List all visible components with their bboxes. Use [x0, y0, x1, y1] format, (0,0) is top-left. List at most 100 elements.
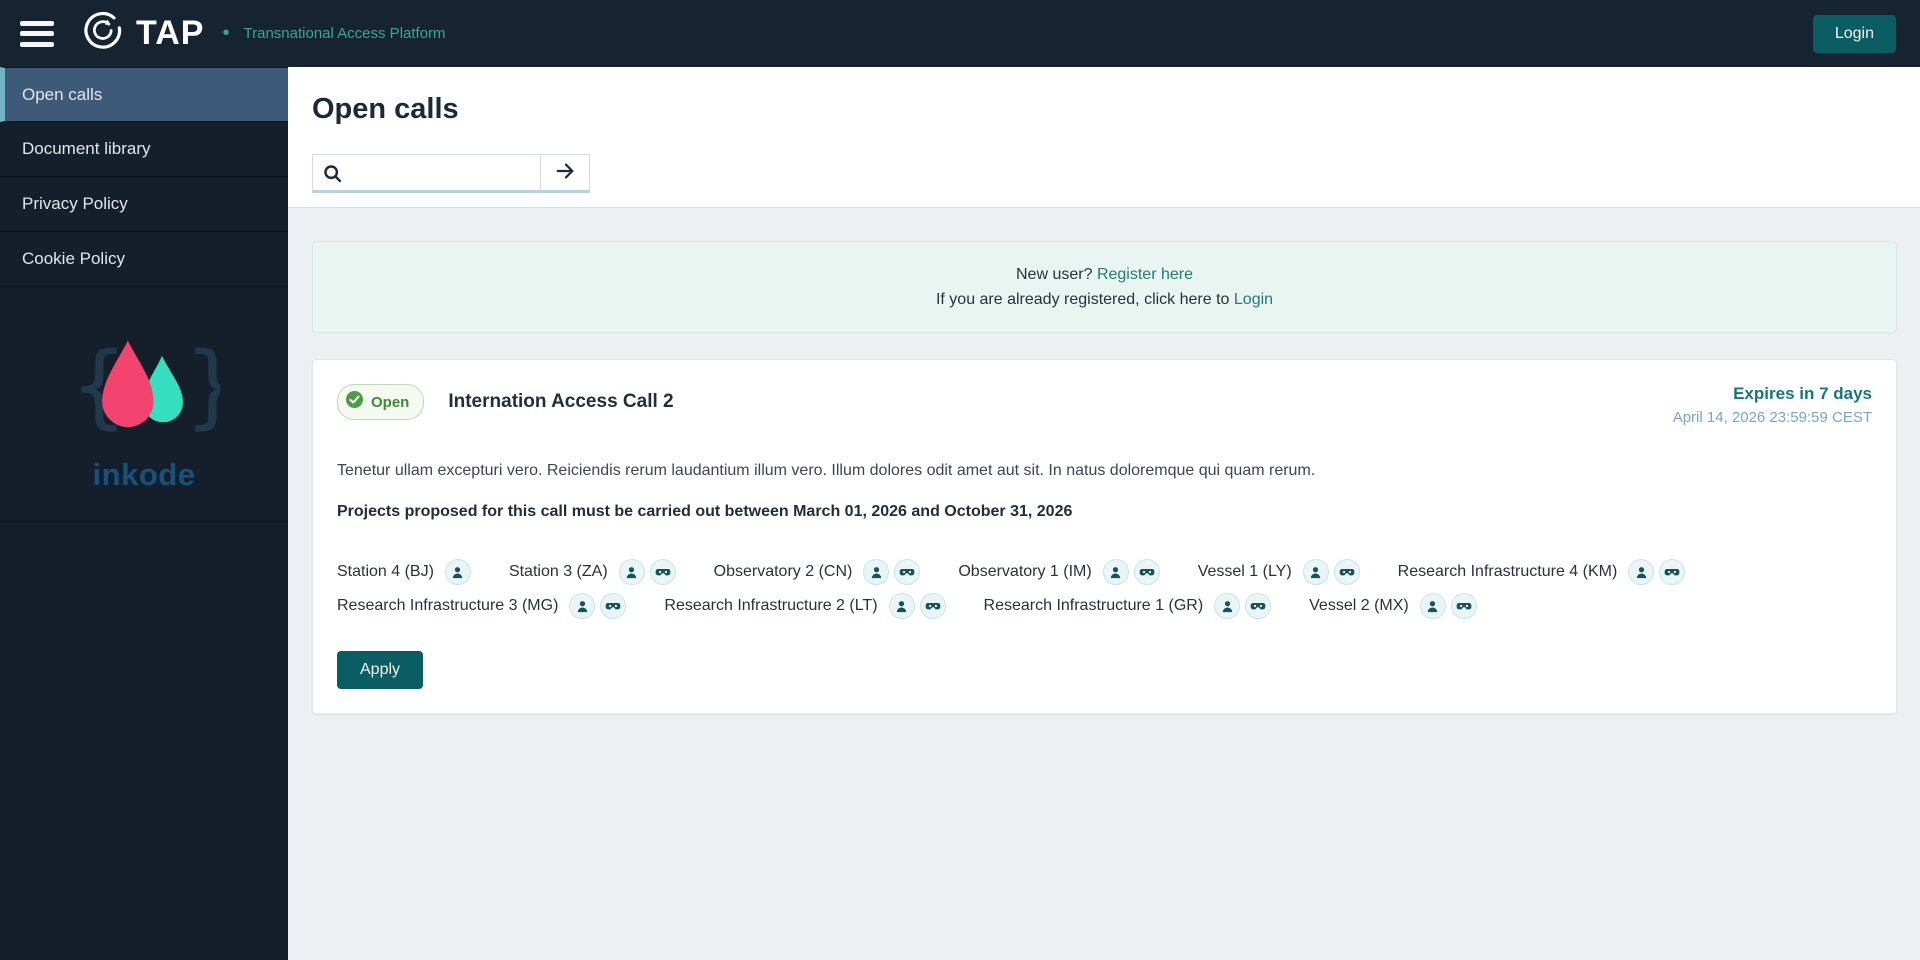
physical-access-chip — [1628, 559, 1655, 585]
sidebar-item-label: Open calls — [22, 84, 103, 104]
person-icon — [453, 566, 463, 578]
call-expiry: Expires in 7 days April 14, 2026 23:59:5… — [1673, 384, 1872, 426]
physical-access-chip — [618, 559, 645, 585]
remote-access-chip — [1450, 593, 1477, 619]
person-icon — [896, 600, 907, 612]
sidebar-item-label: Cookie Policy — [22, 249, 125, 268]
sidebar-item-privacy-policy[interactable]: Privacy Policy — [0, 177, 288, 232]
login-link[interactable]: Login — [1234, 291, 1273, 308]
svg-text:}: } — [184, 332, 220, 439]
remote-access-chip — [600, 593, 627, 619]
physical-access-chip — [1302, 559, 1329, 585]
hamburger-menu-icon[interactable] — [20, 20, 54, 47]
person-icon — [1636, 566, 1646, 578]
infrastructure-item: Vessel 2 (MX) — [1309, 593, 1477, 619]
inkode-drops-icon: { } — [70, 332, 220, 439]
infrastructure-item: Research Infrastructure 4 (KM) — [1398, 559, 1686, 585]
remote-access-chip — [1245, 593, 1272, 619]
arrow-right-icon — [554, 160, 576, 185]
person-icon — [1310, 566, 1321, 578]
infrastructure-item: Research Infrastructure 1 (GR) — [984, 593, 1272, 619]
sidebar-item-document-library[interactable]: Document library — [0, 122, 288, 177]
infrastructure-name: Observatory 1 (IM) — [958, 563, 1092, 580]
sidebar-item-label: Document library — [22, 139, 151, 158]
infrastructure-name: Station 3 (ZA) — [508, 563, 608, 580]
search-submit-button[interactable] — [540, 154, 590, 193]
apply-button[interactable]: Apply — [337, 651, 424, 689]
physical-access-chip — [1102, 559, 1129, 585]
tap-logo-icon — [82, 10, 124, 57]
banner-line1-text: New user? — [1016, 265, 1093, 283]
remote-access-chip — [894, 559, 921, 585]
infrastructure-name: Observatory 2 (CN) — [713, 563, 853, 580]
brand-logo[interactable]: TAP • Transnational Access Platform — [82, 10, 446, 57]
banner-line-2: If you are already registered, click her… — [936, 291, 1273, 309]
sidebar: Open calls Document library Privacy Policy… — [0, 67, 288, 960]
remote-access-chip — [1659, 559, 1686, 585]
physical-access-chip — [1214, 593, 1241, 619]
remote-access-chip — [649, 559, 676, 585]
search-group — [312, 154, 590, 193]
physical-access-chip — [569, 593, 596, 619]
search-icon — [322, 163, 343, 189]
call-card: Open Internation Access Call 2 Expires i… — [312, 359, 1897, 714]
brand-subtitle: Transnational Access Platform — [243, 25, 446, 42]
inkode-logo-text: inkode — [92, 457, 196, 492]
status-badge: Open — [337, 384, 425, 420]
infrastructure-item: Station 4 (BJ) — [337, 559, 471, 585]
infrastructure-name: Research Infrastructure 2 (LT) — [664, 597, 878, 614]
goggles-icon — [925, 603, 940, 610]
infrastructure-name: Research Infrastructure 1 (GR) — [983, 597, 1204, 614]
sidebar-nav: Open calls Document library Privacy Policy… — [0, 67, 288, 287]
call-title: Internation Access Call 2 — [448, 391, 674, 412]
infrastructure-item: Research Infrastructure 3 (MG) — [337, 593, 627, 619]
goggles-icon — [606, 603, 621, 610]
physical-access-chip — [444, 559, 471, 585]
person-icon — [626, 566, 637, 578]
status-badge-label: Open — [371, 393, 410, 411]
expires-date: April 14, 2026 23:59:59 CEST — [1672, 409, 1872, 426]
inkode-logo: { } inkode — [0, 329, 288, 522]
sidebar-item-open-calls[interactable]: Open calls — [0, 67, 288, 122]
call-description: Tenetur ullam excepturi vero. Reiciendis… — [337, 462, 1316, 479]
goggles-icon — [1139, 569, 1155, 576]
goggles-icon — [655, 569, 670, 576]
content-area: New user? Register here If you are alrea… — [288, 207, 1920, 960]
remote-access-chip — [1333, 559, 1360, 585]
person-icon — [1111, 566, 1121, 578]
main-content: Open calls New user? Register here If yo… — [288, 67, 1920, 960]
expires-label: Expires in 7 days — [1733, 384, 1872, 403]
person-icon — [1222, 600, 1232, 612]
banner-line2-text: If you are already registered, click her… — [935, 290, 1230, 308]
infrastructure-item: Observatory 2 (CN) — [714, 559, 921, 585]
search-input[interactable] — [312, 154, 540, 193]
infrastructure-item: Observatory 1 (IM) — [958, 559, 1160, 585]
person-icon — [1428, 600, 1438, 612]
remote-access-chip — [1133, 559, 1160, 585]
login-button[interactable]: Login — [1812, 14, 1896, 53]
goggles-icon — [1250, 603, 1266, 610]
brand-name: TAP — [136, 14, 205, 52]
sidebar-item-label: Privacy Policy — [22, 194, 128, 213]
remote-access-chip — [919, 593, 946, 619]
infrastructure-name: Vessel 2 (MX) — [1309, 597, 1409, 614]
person-icon — [577, 600, 588, 612]
goggles-icon — [1664, 569, 1680, 576]
brand-separator: • — [222, 22, 230, 44]
physical-access-chip — [1419, 593, 1446, 619]
infrastructure-name: Vessel 1 (LY) — [1197, 563, 1292, 580]
infrastructure-name: Station 4 (BJ) — [337, 563, 434, 580]
infrastructure-name: Research Infrastructure 3 (MG) — [337, 597, 559, 614]
infrastructure-list: Station 4 (BJ) Station 3 (ZA) Observator… — [337, 559, 1872, 619]
sidebar-item-cookie-policy[interactable]: Cookie Policy — [0, 232, 288, 287]
call-period-note: Projects proposed for this call must be … — [337, 503, 1073, 520]
goggles-icon — [1339, 569, 1355, 576]
page-title: Open calls — [312, 93, 459, 125]
register-link[interactable]: Register here — [1097, 266, 1193, 283]
app-header: TAP • Transnational Access Platform Logi… — [0, 0, 1920, 67]
registration-banner: New user? Register here If you are alrea… — [312, 241, 1897, 333]
infrastructure-item: Station 3 (ZA) — [509, 559, 676, 585]
physical-access-chip — [863, 559, 890, 585]
goggles-icon — [1456, 603, 1472, 610]
infrastructure-item: Vessel 1 (LY) — [1198, 559, 1360, 585]
